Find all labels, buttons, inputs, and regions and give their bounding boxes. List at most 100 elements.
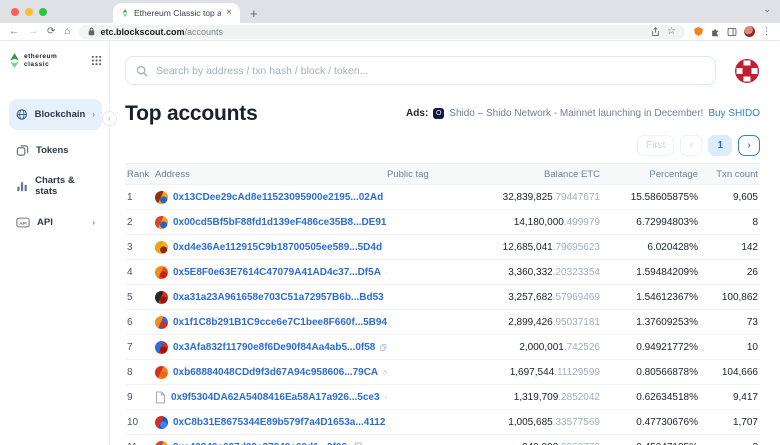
tab-close-icon[interactable]: ×: [226, 8, 232, 18]
browser-chrome: Ethereum Classic top accounts × + ⌄ ← → …: [0, 0, 780, 41]
profile-avatar[interactable]: [744, 26, 755, 37]
app-root: ethereum classic ‹ Blockchain ›: [0, 41, 780, 445]
copy-icon[interactable]: [352, 442, 362, 445]
address-cell: 0xa40349c697d09c27049c60d1...9f06: [155, 441, 387, 445]
ethereum-classic-logo-icon: [9, 53, 20, 68]
pagination-current-page[interactable]: 1: [708, 135, 732, 156]
balance-cell: 3,257,682.57969469: [485, 292, 600, 303]
etc-favicon-icon: [121, 9, 129, 17]
address-link[interactable]: 0x5E8F0e63E7614C47079A41AD4c37...Df5A: [173, 267, 381, 278]
logo[interactable]: ethereum classic: [9, 53, 102, 69]
accounts-table: Rank Address Public tag Balance ETC Perc…: [125, 163, 760, 445]
balance-integer: 949,999: [522, 442, 558, 445]
address-link[interactable]: 0xC8b31E8675344E89b579f7a4D1653a...4112: [173, 417, 385, 428]
contract-icon: [155, 391, 166, 404]
table-row: 2 0x00cd5Bf5bF88fd1d139eF486ce35B8...DE9…: [125, 210, 760, 235]
network-identicon[interactable]: [734, 58, 760, 84]
address-cell: 0xd4e36Ae112915C9b18700505ee589...5D4d: [155, 241, 387, 254]
address-link[interactable]: 0x1f1C8b291B1C9cce6e7C1bee8F660f...5B94: [173, 317, 387, 328]
address-identicon: [155, 341, 168, 354]
forward-icon[interactable]: →: [28, 27, 38, 37]
address-link[interactable]: 0x13CDee29cAd8e11523095900e2195...02Ad: [173, 192, 383, 203]
address-link[interactable]: 0x9f5304DA62A5408416Ea58A17a926...5ce3: [171, 392, 380, 403]
percentage-cell: 0.62634518%: [600, 392, 698, 403]
bookmark-star-icon[interactable]: ☆: [667, 27, 676, 37]
table-row: 3 0xd4e36Ae112915C9b18700505ee589...5D4d…: [125, 235, 760, 260]
sidebar-collapse-button[interactable]: ‹: [102, 111, 117, 126]
share-icon[interactable]: [651, 27, 660, 37]
window-controls: [11, 8, 47, 16]
browser-menu-icon[interactable]: ⋮: [762, 26, 771, 37]
address-link[interactable]: 0x3Afa832f11790e8f6De90f84Aa4ab5...0f58: [173, 342, 375, 353]
copy-icon[interactable]: [383, 367, 387, 378]
address-cell: 0x5E8F0e63E7614C47079A41AD4c37...Df5A: [155, 266, 387, 279]
logo-text: ethereum classic: [24, 53, 57, 69]
txn-count-cell: 3: [698, 442, 760, 445]
address-identicon: [155, 291, 168, 304]
address-link[interactable]: 0x00cd5Bf5bF88fd1d139eF486ce35B8...DE91: [173, 217, 386, 228]
main-content: Top accounts Ads: O Shido – Shido Networ…: [110, 41, 780, 445]
balance-cell: 1,319,709.2852042: [485, 392, 600, 403]
sidebar-item-blockchain[interactable]: Blockchain ›: [9, 99, 102, 130]
apps-grid-icon[interactable]: [91, 55, 102, 66]
balance-integer: 3,360,332: [508, 267, 553, 278]
header-public-tag: Public tag: [387, 169, 485, 180]
ad-link[interactable]: Buy SHIDO: [708, 108, 760, 119]
back-icon[interactable]: ←: [9, 27, 19, 37]
pagination-prev-button[interactable]: ‹: [680, 135, 702, 156]
tab-strip: Ethereum Classic top accounts × + ⌄: [0, 0, 780, 23]
sidebar-item-api[interactable]: API API ›: [9, 207, 102, 238]
copy-icon[interactable]: [385, 392, 387, 403]
address-identicon: [155, 266, 168, 279]
header-address: Address: [155, 169, 387, 180]
address-link[interactable]: 0xb68884048CDd9f3d67A94c958606...79CA: [173, 367, 378, 378]
copy-icon[interactable]: [380, 342, 387, 353]
reload-icon[interactable]: ⟳: [47, 27, 55, 37]
balance-cell: 949,999.9969772: [485, 442, 600, 445]
balance-decimal: .79447671: [553, 192, 600, 203]
txn-count-cell: 142: [698, 242, 760, 253]
balance-cell: 32,839,825.79447671: [485, 192, 600, 203]
balance-cell: 1,697,544.11129599: [485, 367, 600, 378]
sidebar-item-label: Blockchain: [35, 109, 86, 120]
percentage-cell: 0.80566878%: [600, 367, 698, 378]
home-icon[interactable]: ⌂: [64, 27, 70, 37]
sidebar-item-charts-stats[interactable]: Charts & stats: [9, 171, 102, 202]
percentage-cell: 1.59484209%: [600, 267, 698, 278]
address-link[interactable]: 0xa31a23A961658e703C51a72957B6b...Bd53: [173, 292, 384, 303]
window-minimize-button[interactable]: [25, 8, 33, 16]
window-zoom-button[interactable]: [39, 8, 47, 16]
api-icon: API: [16, 216, 30, 229]
sidebar-item-label: Tokens: [36, 145, 69, 156]
side-panel-icon[interactable]: [727, 27, 737, 37]
balance-cell: 12,685,041.79695623: [485, 242, 600, 253]
percentage-cell: 1.37609253%: [600, 317, 698, 328]
pagination-first-button[interactable]: First: [637, 135, 674, 156]
address-bar[interactable]: etc.blockscout.com/accounts ☆: [79, 25, 685, 39]
search-input[interactable]: [156, 65, 705, 77]
address-link[interactable]: 0xa40349c697d09c27049c60d1...9f06: [173, 442, 347, 445]
url-text: etc.blockscout.com/accounts: [100, 27, 223, 37]
chevron-down-icon[interactable]: ⌄: [763, 4, 771, 15]
window-close-button[interactable]: [11, 8, 19, 16]
copy-icon[interactable]: [386, 267, 387, 278]
balance-decimal: .79695623: [553, 242, 600, 253]
browser-tab[interactable]: Ethereum Classic top accounts ×: [113, 3, 240, 23]
rank-cell: 10: [125, 417, 155, 428]
txn-count-cell: 9,417: [698, 392, 760, 403]
percentage-cell: 1.54612367%: [600, 292, 698, 303]
new-tab-button[interactable]: +: [250, 7, 258, 20]
pagination-next-button[interactable]: ›: [738, 135, 760, 156]
address-link[interactable]: 0xd4e36Ae112915C9b18700505ee589...5D4d: [173, 242, 382, 253]
percentage-cell: 0.94921772%: [600, 342, 698, 353]
rank-cell: 8: [125, 367, 155, 378]
sidebar-item-tokens[interactable]: Tokens: [9, 135, 102, 166]
metamask-icon[interactable]: [694, 27, 703, 36]
percentage-cell: 0.45047105%: [600, 442, 698, 445]
balance-integer: 32,839,825: [503, 192, 553, 203]
extensions-puzzle-icon[interactable]: [710, 27, 720, 37]
txn-count-cell: 1,707: [698, 417, 760, 428]
address-cell: 0xC8b31E8675344E89b579f7a4D1653a...4112: [155, 416, 387, 429]
table-row: 8 0xb68884048CDd9f3d67A94c958606...79CA …: [125, 360, 760, 385]
rank-cell: 3: [125, 242, 155, 253]
